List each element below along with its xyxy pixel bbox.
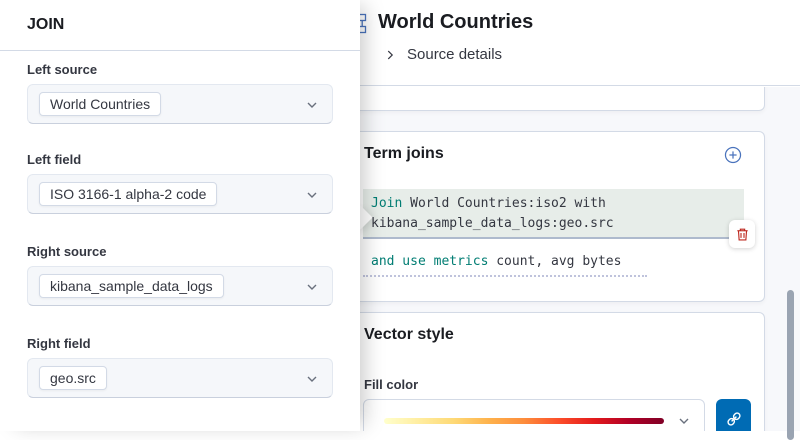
scrollbar[interactable] [787, 290, 794, 440]
layer-content: Term joins Join World Countries:iso2 wit… [330, 87, 800, 431]
fill-color-ramp [384, 418, 664, 424]
delete-join-button[interactable] [729, 220, 755, 248]
right-field-row: Right field geo.src [27, 336, 333, 398]
expression-keyword: Join [371, 196, 402, 211]
scrolled-panel-partial [346, 87, 765, 111]
term-joins-title: Term joins [364, 145, 444, 163]
right-field-label: Right field [27, 336, 333, 351]
chevron-down-icon [304, 279, 320, 295]
layer-header: World Countries Source details [330, 0, 800, 86]
metrics-expression[interactable]: and use metrics count, avg bytes [363, 250, 647, 277]
left-field-row: Left field ISO 3166-1 alpha-2 code [27, 152, 333, 214]
left-source-row: Left source World Countries [27, 62, 333, 124]
right-source-label: Right source [27, 244, 333, 259]
source-details-toggle[interactable]: Source details [383, 46, 502, 63]
chevron-down-icon [304, 97, 320, 113]
expression-value: World Countries:iso2 with kibana_sample_… [371, 196, 614, 231]
combo-value-badge: ISO 3166-1 alpha-2 code [39, 182, 217, 206]
source-details-label: Source details [407, 46, 502, 63]
vector-style-title: Vector style [364, 326, 454, 344]
join-popover-title: JOIN [27, 16, 64, 34]
combo-value-badge: World Countries [39, 92, 161, 116]
left-field-label: Left field [27, 152, 333, 167]
right-source-row: Right source kibana_sample_data_logs [27, 244, 333, 306]
combo-value-badge: geo.src [39, 366, 107, 390]
chevron-down-icon [304, 187, 320, 203]
chevron-down-icon [304, 371, 320, 387]
link-icon [726, 411, 742, 427]
right-source-combo[interactable]: kibana_sample_data_logs [27, 266, 333, 306]
divider [0, 50, 360, 51]
plus-in-circle-icon [724, 146, 742, 164]
chevron-down-icon [676, 413, 692, 429]
join-expression[interactable]: Join World Countries:iso2 with kibana_sa… [363, 189, 744, 239]
left-source-label: Left source [27, 62, 333, 77]
left-source-combo[interactable]: World Countries [27, 84, 333, 124]
layer-title: World Countries [378, 11, 533, 34]
add-join-button[interactable] [724, 146, 742, 164]
fill-color-select[interactable] [363, 399, 705, 431]
chevron-right-icon [383, 47, 397, 63]
combo-value-badge: kibana_sample_data_logs [39, 274, 224, 298]
term-joins-panel: Term joins Join World Countries:iso2 wit… [346, 131, 765, 302]
link-style-button[interactable] [716, 399, 751, 431]
expression-keyword: and use metrics [371, 254, 488, 269]
right-field-combo[interactable]: geo.src [27, 358, 333, 398]
join-popover: JOIN Left source World Countries Left fi… [0, 0, 360, 431]
left-field-combo[interactable]: ISO 3166-1 alpha-2 code [27, 174, 333, 214]
trash-icon [735, 227, 750, 242]
vector-style-panel: Vector style Fill color [346, 312, 765, 431]
expression-value: count, avg bytes [488, 254, 621, 269]
layer-settings-flyout: World Countries Source details Term join… [330, 0, 800, 431]
fill-color-label: Fill color [364, 377, 418, 392]
